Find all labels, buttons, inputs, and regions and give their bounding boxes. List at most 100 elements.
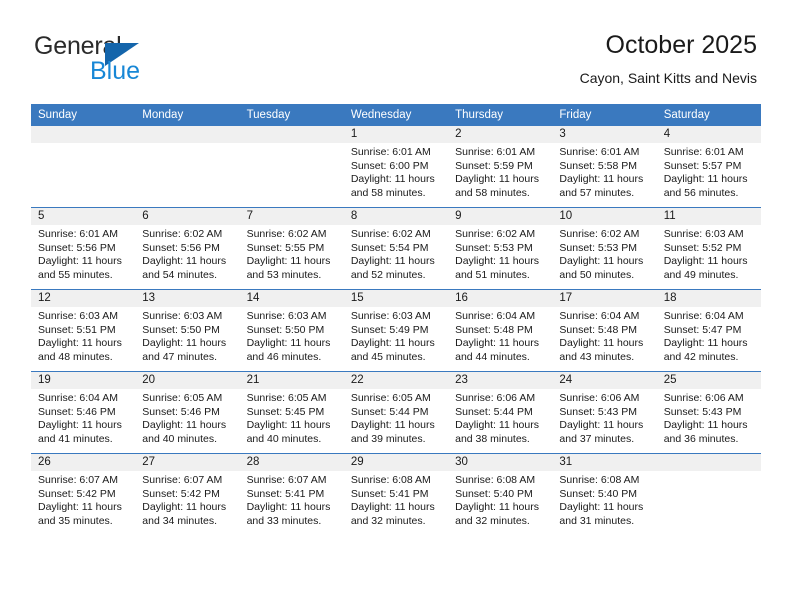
calendar-week-row: 5 Sunrise: 6:01 AM Sunset: 5:56 PM Daylight…: [31, 207, 761, 290]
day-number: 23: [448, 372, 553, 389]
sunrise-time: Sunrise: 6:01 AM: [663, 146, 744, 158]
sunrise-time: Sunrise: 6:08 AM: [455, 474, 536, 486]
daylight-duration-line1: Daylight: 11 hours: [350, 419, 435, 432]
day-cell[interactable]: 13 Sunrise: 6:03 AM Sunset: 5:50 PM Dayligh…: [135, 289, 240, 372]
day-cell[interactable]: 4 Sunrise: 6:01 AM Sunset: 5:57 PM Daylight…: [656, 125, 761, 208]
daylight-duration-line2: and 33 minutes.: [246, 514, 322, 527]
day-number: 21: [239, 372, 344, 389]
daylight-duration-line1: Daylight: 11 hours: [246, 337, 331, 350]
day-cell[interactable]: 6 Sunrise: 6:02 AM Sunset: 5:56 PM Daylight…: [135, 207, 240, 290]
daylight-duration-line2: and 58 minutes.: [455, 186, 530, 199]
page-subtitle: Cayon, Saint Kitts and Nevis: [579, 70, 757, 86]
day-details: Sunrise: 6:01 AM Sunset: 5:59 PM Daylight:…: [448, 143, 552, 200]
day-cell[interactable]: 17 Sunrise: 6:04 AM Sunset: 5:48 PM Dayligh…: [552, 289, 657, 372]
day-number: [31, 126, 136, 143]
general-blue-logo[interactable]: General Blue: [34, 34, 214, 90]
weekday-header-monday: Monday: [135, 104, 240, 126]
weekday-header-tuesday: Tuesday: [239, 104, 344, 126]
daylight-duration-line2: and 40 minutes.: [142, 432, 217, 445]
day-cell[interactable]: 18 Sunrise: 6:04 AM Sunset: 5:47 PM Dayligh…: [656, 289, 761, 372]
day-number: 3: [552, 126, 657, 143]
sunset-time: Sunset: 5:40 PM: [559, 487, 638, 500]
day-cell[interactable]: 19 Sunrise: 6:04 AM Sunset: 5:46 PM Dayligh…: [31, 371, 136, 454]
day-number: 31: [552, 454, 657, 471]
day-cell[interactable]: 10 Sunrise: 6:02 AM Sunset: 5:53 PM Dayligh…: [552, 207, 657, 290]
day-number: 10: [552, 208, 657, 225]
daylight-duration-line2: and 45 minutes.: [350, 350, 426, 363]
day-number: 26: [31, 454, 136, 471]
day-cell[interactable]: 31 Sunrise: 6:08 AM Sunset: 5:40 PM Dayligh…: [552, 453, 657, 535]
daylight-duration-line1: Daylight: 11 hours: [455, 419, 539, 432]
day-cell[interactable]: 9 Sunrise: 6:02 AM Sunset: 5:53 PM Daylight…: [448, 207, 553, 290]
sunset-time: Sunset: 5:41 PM: [350, 487, 429, 500]
sunrise-time: Sunrise: 6:06 AM: [663, 392, 744, 404]
day-cell[interactable]: 26 Sunrise: 6:07 AM Sunset: 5:42 PM Dayligh…: [31, 453, 136, 535]
day-cell[interactable]: 5 Sunrise: 6:01 AM Sunset: 5:56 PM Daylight…: [31, 207, 136, 290]
daylight-duration-line2: and 52 minutes.: [350, 268, 426, 281]
daylight-duration-line1: Daylight: 11 hours: [38, 255, 122, 268]
day-cell[interactable]: 3 Sunrise: 6:01 AM Sunset: 5:58 PM Daylight…: [552, 125, 657, 208]
daylight-duration-line1: Daylight: 11 hours: [246, 419, 331, 432]
daylight-duration-line2: and 46 minutes.: [246, 350, 322, 363]
day-details: Sunrise: 6:07 AM Sunset: 5:42 PM Daylight:…: [135, 471, 239, 528]
daylight-duration-line1: Daylight: 11 hours: [38, 419, 122, 432]
day-number: 11: [656, 208, 761, 225]
day-cell[interactable]: 28 Sunrise: 6:07 AM Sunset: 5:41 PM Dayligh…: [239, 453, 344, 535]
sunrise-time: Sunrise: 6:08 AM: [350, 474, 431, 486]
day-cell[interactable]: 20 Sunrise: 6:05 AM Sunset: 5:46 PM Dayligh…: [135, 371, 240, 454]
daylight-duration-line2: and 58 minutes.: [350, 186, 426, 199]
day-cell[interactable]: 24 Sunrise: 6:06 AM Sunset: 5:43 PM Dayligh…: [552, 371, 657, 454]
daylight-duration-line2: and 32 minutes.: [350, 514, 426, 527]
day-number: 19: [31, 372, 136, 389]
day-number: 18: [656, 290, 761, 307]
day-details: Sunrise: 6:08 AM Sunset: 5:41 PM Daylight:…: [344, 471, 448, 528]
calendar-week-row: 19 Sunrise: 6:04 AM Sunset: 5:46 PM Dayligh…: [31, 371, 761, 454]
day-cell[interactable]: 16 Sunrise: 6:04 AM Sunset: 5:48 PM Dayligh…: [448, 289, 553, 372]
daylight-duration-line2: and 38 minutes.: [455, 432, 530, 445]
day-details: Sunrise: 6:06 AM Sunset: 5:43 PM Daylight:…: [657, 389, 761, 446]
sunset-time: Sunset: 5:54 PM: [350, 241, 429, 254]
day-cell[interactable]: 1 Sunrise: 6:01 AM Sunset: 6:00 PM Daylight…: [343, 125, 449, 208]
day-number: 2: [448, 126, 553, 143]
day-cell[interactable]: 7 Sunrise: 6:02 AM Sunset: 5:55 PM Daylight…: [239, 207, 344, 290]
day-number: 17: [552, 290, 657, 307]
daylight-duration-line1: Daylight: 11 hours: [455, 501, 539, 514]
day-cell-empty: [239, 125, 344, 208]
day-number: 15: [343, 290, 449, 307]
day-details: Sunrise: 6:07 AM Sunset: 5:42 PM Daylight:…: [31, 471, 135, 528]
sunrise-time: Sunrise: 6:05 AM: [142, 392, 223, 404]
daylight-duration-line2: and 37 minutes.: [559, 432, 635, 445]
sunrise-time: Sunrise: 6:02 AM: [559, 228, 640, 240]
day-cell[interactable]: 29 Sunrise: 6:08 AM Sunset: 5:41 PM Dayligh…: [343, 453, 449, 535]
day-number: 9: [448, 208, 553, 225]
day-number: 27: [135, 454, 240, 471]
day-cell[interactable]: 21 Sunrise: 6:05 AM Sunset: 5:45 PM Dayligh…: [239, 371, 344, 454]
day-details: Sunrise: 6:02 AM Sunset: 5:55 PM Daylight:…: [240, 225, 344, 282]
day-cell[interactable]: 11 Sunrise: 6:03 AM Sunset: 5:52 PM Dayligh…: [656, 207, 761, 290]
sunrise-time: Sunrise: 6:07 AM: [142, 474, 223, 486]
sunrise-time: Sunrise: 6:04 AM: [559, 310, 640, 322]
daylight-duration-line1: Daylight: 11 hours: [559, 173, 644, 186]
daylight-duration-line1: Daylight: 11 hours: [246, 255, 331, 268]
daylight-duration-line2: and 32 minutes.: [455, 514, 530, 527]
calendar-header-row-group: Sunday Monday Tuesday Wednesday Thursday…: [31, 104, 761, 126]
day-cell[interactable]: 14 Sunrise: 6:03 AM Sunset: 5:50 PM Dayligh…: [239, 289, 344, 372]
sunrise-time: Sunrise: 6:08 AM: [559, 474, 640, 486]
daylight-duration-line2: and 48 minutes.: [38, 350, 113, 363]
day-cell[interactable]: 23 Sunrise: 6:06 AM Sunset: 5:44 PM Dayligh…: [448, 371, 553, 454]
sunset-time: Sunset: 5:48 PM: [559, 323, 638, 336]
day-cell[interactable]: 2 Sunrise: 6:01 AM Sunset: 5:59 PM Daylight…: [448, 125, 553, 208]
day-cell[interactable]: 12 Sunrise: 6:03 AM Sunset: 5:51 PM Dayligh…: [31, 289, 136, 372]
day-cell[interactable]: 27 Sunrise: 6:07 AM Sunset: 5:42 PM Dayligh…: [135, 453, 240, 535]
sunrise-time: Sunrise: 6:07 AM: [38, 474, 118, 486]
sunrise-time: Sunrise: 6:04 AM: [455, 310, 536, 322]
daylight-duration-line2: and 57 minutes.: [559, 186, 635, 199]
daylight-duration-line1: Daylight: 11 hours: [559, 337, 644, 350]
day-cell[interactable]: 8 Sunrise: 6:02 AM Sunset: 5:54 PM Daylight…: [343, 207, 449, 290]
day-number: 22: [343, 372, 449, 389]
day-cell[interactable]: 30 Sunrise: 6:08 AM Sunset: 5:40 PM Dayligh…: [448, 453, 553, 535]
day-cell[interactable]: 22 Sunrise: 6:05 AM Sunset: 5:44 PM Dayligh…: [343, 371, 449, 454]
day-cell[interactable]: 25 Sunrise: 6:06 AM Sunset: 5:43 PM Dayligh…: [656, 371, 761, 454]
day-details: Sunrise: 6:06 AM Sunset: 5:44 PM Daylight:…: [448, 389, 552, 446]
day-cell[interactable]: 15 Sunrise: 6:03 AM Sunset: 5:49 PM Dayligh…: [343, 289, 449, 372]
